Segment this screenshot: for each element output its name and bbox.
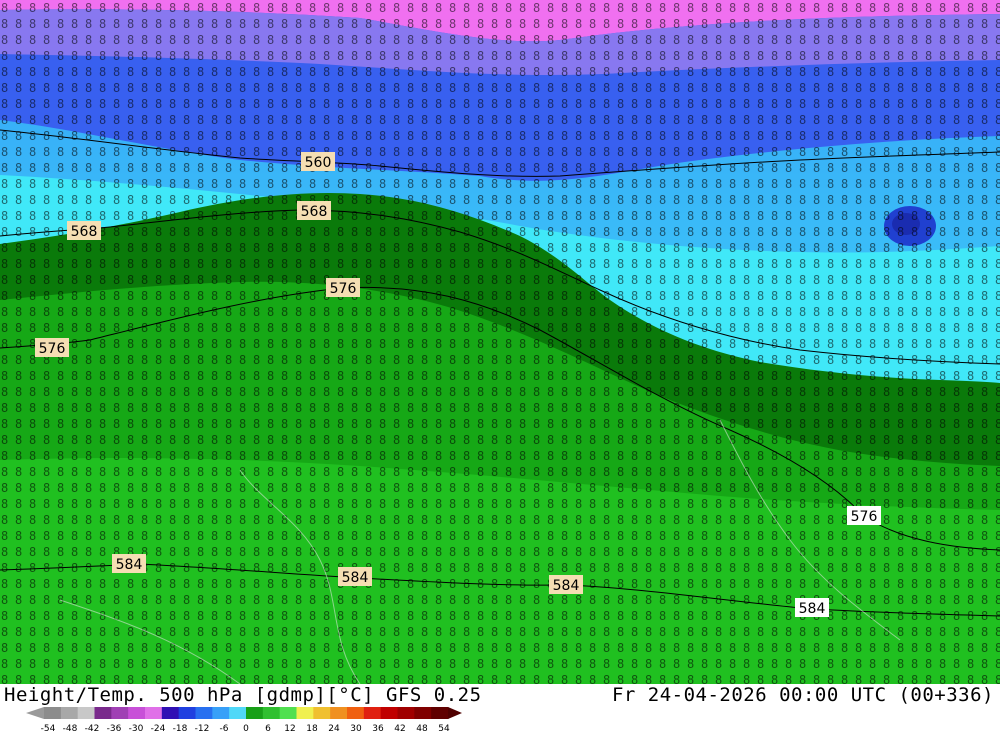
contour-label-584: 584 [795,598,829,617]
legend-swatch [397,707,415,719]
legend-tick-label: -12 [195,724,210,733]
map-title: Height/Temp. 500 hPa [gdmp][°C] GFS 0.25 [4,684,482,706]
legend-tick-label: 48 [416,724,428,733]
legend-swatch [363,707,382,719]
legend-swatch [347,707,365,719]
legend-left-arrow [26,707,44,719]
legend-swatch [111,707,129,719]
legend-tick-label: -42 [85,724,100,733]
contour-label-text: 584 [553,578,580,594]
legend-tick-label: -24 [151,724,166,733]
legend-swatch [229,707,247,719]
legend-tick-label: 42 [394,724,405,733]
contour-label-584: 584 [338,567,372,586]
legend-swatch [44,707,62,719]
legend-tick-label: -54 [41,724,56,733]
color-legend: -54 -48 -42 -36 -30 -24 -18 -12 -6 0 6 12 18 24 30 36 42… [26,707,462,733]
legend-tick-label: 6 [265,724,271,733]
contour-label-text: 568 [71,224,98,240]
legend-swatch [380,707,398,719]
legend-swatch [178,707,196,719]
contour-label-584: 584 [112,554,146,573]
legend-swatch [330,707,348,719]
legend-swatch [414,707,432,719]
legend-tick-label: 0 [243,724,249,733]
contour-label-text: 576 [39,341,66,357]
legend-tick-label: -6 [220,724,229,733]
contour-label-576: 576 [847,506,881,525]
legend-swatch [296,707,314,719]
legend-tick-label: 24 [328,724,340,733]
legend-right-arrow [448,707,462,719]
legend-tick-label: 54 [438,724,450,733]
contour-label-text: 584 [116,557,143,573]
legend-swatch [145,707,163,719]
legend-swatch [431,707,449,719]
contour-label-576: 576 [35,338,69,357]
contour-label-568: 568 [297,201,331,220]
legend-tick-label: -36 [107,724,122,733]
legend-swatch [313,707,331,719]
legend-tick-label: 30 [350,724,362,733]
contour-label-text: 584 [799,601,826,617]
legend-swatch [262,707,281,719]
legend-swatch [128,707,146,719]
legend-swatch [212,707,230,719]
contour-label-text: 560 [305,155,332,171]
legend-swatch [246,707,264,719]
legend-swatch [77,707,95,719]
weather-map: 8 560568568576576576584584584584 [0,0,1000,684]
legend-tick-label: 12 [284,724,295,733]
contour-label-584: 584 [549,575,583,594]
legend-swatch [60,707,79,719]
contour-label-568: 568 [67,221,101,240]
legend-tick-label: -30 [129,724,144,733]
legend-swatch [195,707,213,719]
contour-label-560: 560 [301,152,335,171]
contour-label-576: 576 [326,278,360,297]
contour-label-text: 576 [851,509,878,525]
map-datetime: Fr 24-04-2026 00:00 UTC (00+336) [611,684,994,706]
legend-tick-label: -18 [173,724,188,733]
legend-tick-label: -48 [63,724,78,733]
legend-swatch [94,707,112,719]
contour-label-text: 568 [301,204,328,220]
legend-tick-label: 18 [306,724,318,733]
legend-swatch [161,707,180,719]
contour-label-text: 576 [330,281,357,297]
footer-bar: Height/Temp. 500 hPa [gdmp][°C] GFS 0.25… [0,684,1000,733]
contour-label-text: 584 [342,570,369,586]
temperature-digits-overlay [0,0,1000,684]
legend-swatch [279,707,297,719]
legend-tick-label: 36 [372,724,384,733]
